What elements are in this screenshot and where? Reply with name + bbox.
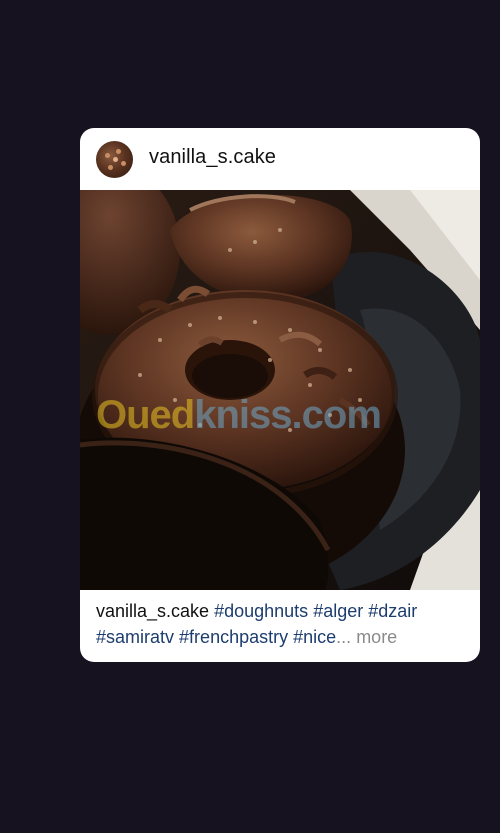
hashtag[interactable]: #alger bbox=[313, 601, 363, 621]
post-header: vanilla_s.cake bbox=[80, 128, 480, 190]
hashtag[interactable]: #nice bbox=[293, 627, 336, 647]
post-card: vanilla_s.cake Ouedkniss.com vanilla_s.c… bbox=[80, 128, 480, 662]
watermark: Ouedkniss.com bbox=[96, 393, 382, 438]
watermark-part1: Oued bbox=[96, 393, 195, 437]
hashtag[interactable]: #dzair bbox=[368, 601, 417, 621]
post-username[interactable]: vanilla_s.cake bbox=[149, 146, 276, 169]
post-caption: vanilla_s.cake #doughnuts #alger #dzair … bbox=[96, 598, 468, 650]
avatar[interactable] bbox=[96, 141, 133, 178]
more-link[interactable]: more bbox=[356, 627, 397, 647]
hashtag[interactable]: #samiratv bbox=[96, 627, 174, 647]
caption-username[interactable]: vanilla_s.cake bbox=[96, 601, 209, 621]
screen: { "post": { "username": "vanilla_s.cake"… bbox=[0, 0, 500, 833]
caption-ellipsis: ... bbox=[336, 627, 352, 647]
watermark-part3: .com bbox=[291, 393, 382, 437]
hashtag[interactable]: #doughnuts bbox=[214, 601, 308, 621]
post-image[interactable]: Ouedkniss.com bbox=[80, 190, 480, 590]
hashtag[interactable]: #frenchpastry bbox=[179, 627, 288, 647]
doughnut-photo bbox=[80, 190, 480, 590]
watermark-part2: kniss bbox=[194, 393, 292, 437]
